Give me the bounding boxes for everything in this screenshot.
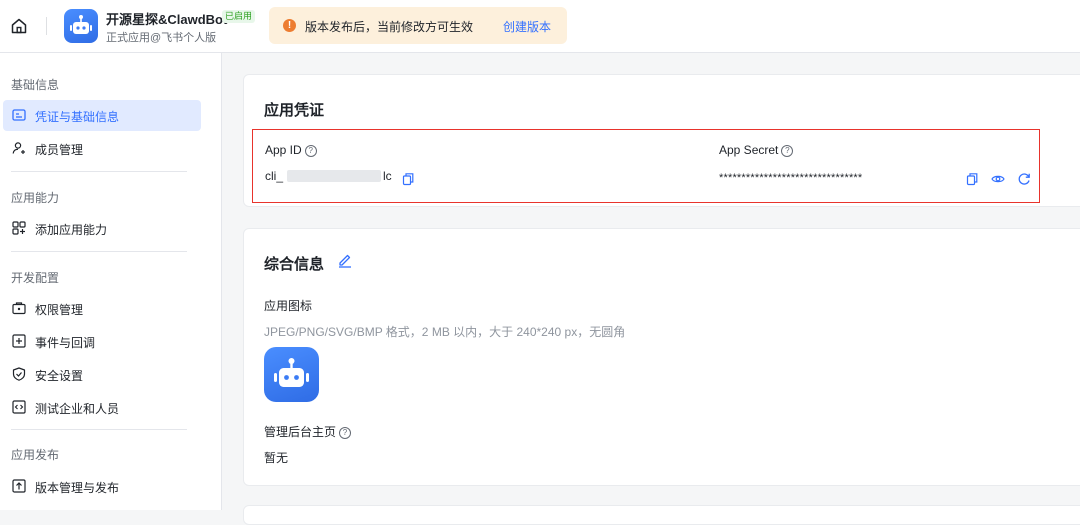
create-version-link[interactable]: 创建版本 — [503, 18, 551, 35]
top-bar: 开源星探&ClawdBot 已启用 正式应用@飞书个人版 ! 版本发布后，当前修… — [0, 0, 1080, 53]
sidebar-section-dev-config: 开发配置 — [11, 271, 60, 285]
warning-icon: ! — [283, 19, 296, 32]
app-icon-label: 应用图标 — [264, 299, 313, 313]
release-notice-banner: ! 版本发布后，当前修改方可生效 创建版本 — [269, 7, 567, 44]
app-id-label-text: App ID — [265, 143, 302, 157]
copy-icon[interactable] — [965, 172, 979, 186]
edit-icon[interactable] — [337, 252, 353, 268]
credentials-highlight-box: App ID? cli_ lc App Secret? ************… — [252, 129, 1040, 203]
next-card — [243, 505, 1080, 525]
permission-box-icon — [12, 302, 26, 315]
app-name: 开源星探&ClawdBot — [106, 12, 228, 27]
header-divider — [46, 17, 47, 35]
sidebar-item-label: 权限管理 — [35, 303, 84, 317]
general-info-title: 综合信息 — [264, 256, 325, 273]
credential-icon — [12, 109, 26, 121]
sidebar-item-versions[interactable]: 版本管理与发布 — [3, 471, 201, 502]
sidebar-item-label: 成员管理 — [35, 143, 84, 157]
help-icon[interactable]: ? — [304, 144, 317, 157]
sidebar-item-test-org[interactable]: 测试企业和人员 — [3, 392, 201, 423]
shield-icon — [12, 367, 26, 381]
sidebar-item-label: 事件与回调 — [35, 336, 96, 350]
sidebar-item-label: 测试企业和人员 — [35, 402, 120, 416]
app-id-label: App ID? — [265, 143, 317, 157]
member-add-icon — [12, 142, 25, 154]
sidebar-section-capabilities: 应用能力 — [11, 191, 60, 205]
sidebar-item-label: 版本管理与发布 — [35, 481, 120, 495]
robot-icon — [274, 358, 309, 387]
sidebar-item-members[interactable]: 成员管理 — [3, 133, 201, 164]
admin-homepage-label-text: 管理后台主页 — [264, 425, 337, 439]
app-secret-value: ******************************** — [719, 172, 863, 184]
sidebar: 基础信息 凭证与基础信息 成员管理 应用能力 添加应用能力 开发配置 权限管理 … — [0, 53, 222, 510]
refresh-icon[interactable] — [1017, 172, 1031, 186]
app-logo-icon — [64, 9, 98, 43]
sidebar-item-label: 添加应用能力 — [35, 223, 108, 237]
upload-box-icon — [12, 479, 26, 493]
sidebar-item-label: 凭证与基础信息 — [35, 110, 120, 124]
app-icon-upload[interactable] — [264, 347, 319, 402]
notice-text: 版本发布后，当前修改方可生效 — [305, 20, 474, 34]
sidebar-item-label: 安全设置 — [35, 369, 84, 383]
admin-homepage-value: 暂无 — [264, 451, 289, 465]
sidebar-item-security[interactable]: 安全设置 — [3, 359, 201, 390]
redacted-mask — [287, 170, 381, 182]
app-subtitle: 正式应用@飞书个人版 — [106, 32, 217, 44]
sidebar-section-publish: 应用发布 — [11, 448, 60, 462]
app-secret-label-text: App Secret — [719, 143, 779, 157]
app-status-badge: 已启用 — [222, 10, 256, 23]
copy-icon[interactable] — [401, 172, 415, 186]
app-id-suffix: lc — [383, 169, 392, 183]
home-icon[interactable] — [10, 17, 28, 35]
eye-icon[interactable] — [991, 172, 1005, 186]
sidebar-item-add-capability[interactable]: 添加应用能力 — [3, 213, 201, 244]
code-box-icon — [12, 400, 26, 414]
sidebar-divider — [11, 171, 187, 172]
app-icon-hint: JPEG/PNG/SVG/BMP 格式，2 MB 以内，大于 240*240 p… — [264, 325, 626, 339]
event-plus-icon — [12, 334, 26, 348]
app-secret-label: App Secret? — [719, 143, 794, 157]
sidebar-item-events[interactable]: 事件与回调 — [3, 326, 201, 357]
sidebar-section-basic: 基础信息 — [11, 78, 60, 92]
app-id-value: cli_ lc — [265, 169, 415, 189]
credentials-title: 应用凭证 — [264, 102, 325, 119]
sidebar-divider — [11, 251, 187, 252]
admin-homepage-label: 管理后台主页? — [264, 423, 352, 440]
sidebar-divider — [11, 429, 187, 430]
general-info-card: 综合信息 应用图标 JPEG/PNG/SVG/BMP 格式，2 MB 以内，大于… — [243, 228, 1080, 486]
credentials-card: 应用凭证 App ID? cli_ lc App Secret? *******… — [243, 74, 1080, 207]
help-icon[interactable]: ? — [781, 144, 794, 157]
sidebar-item-credentials[interactable]: 凭证与基础信息 — [3, 100, 201, 131]
app-id-prefix: cli_ — [265, 169, 284, 183]
grid-add-icon — [12, 221, 26, 235]
sidebar-item-permissions[interactable]: 权限管理 — [3, 293, 201, 324]
help-icon[interactable]: ? — [339, 426, 352, 439]
